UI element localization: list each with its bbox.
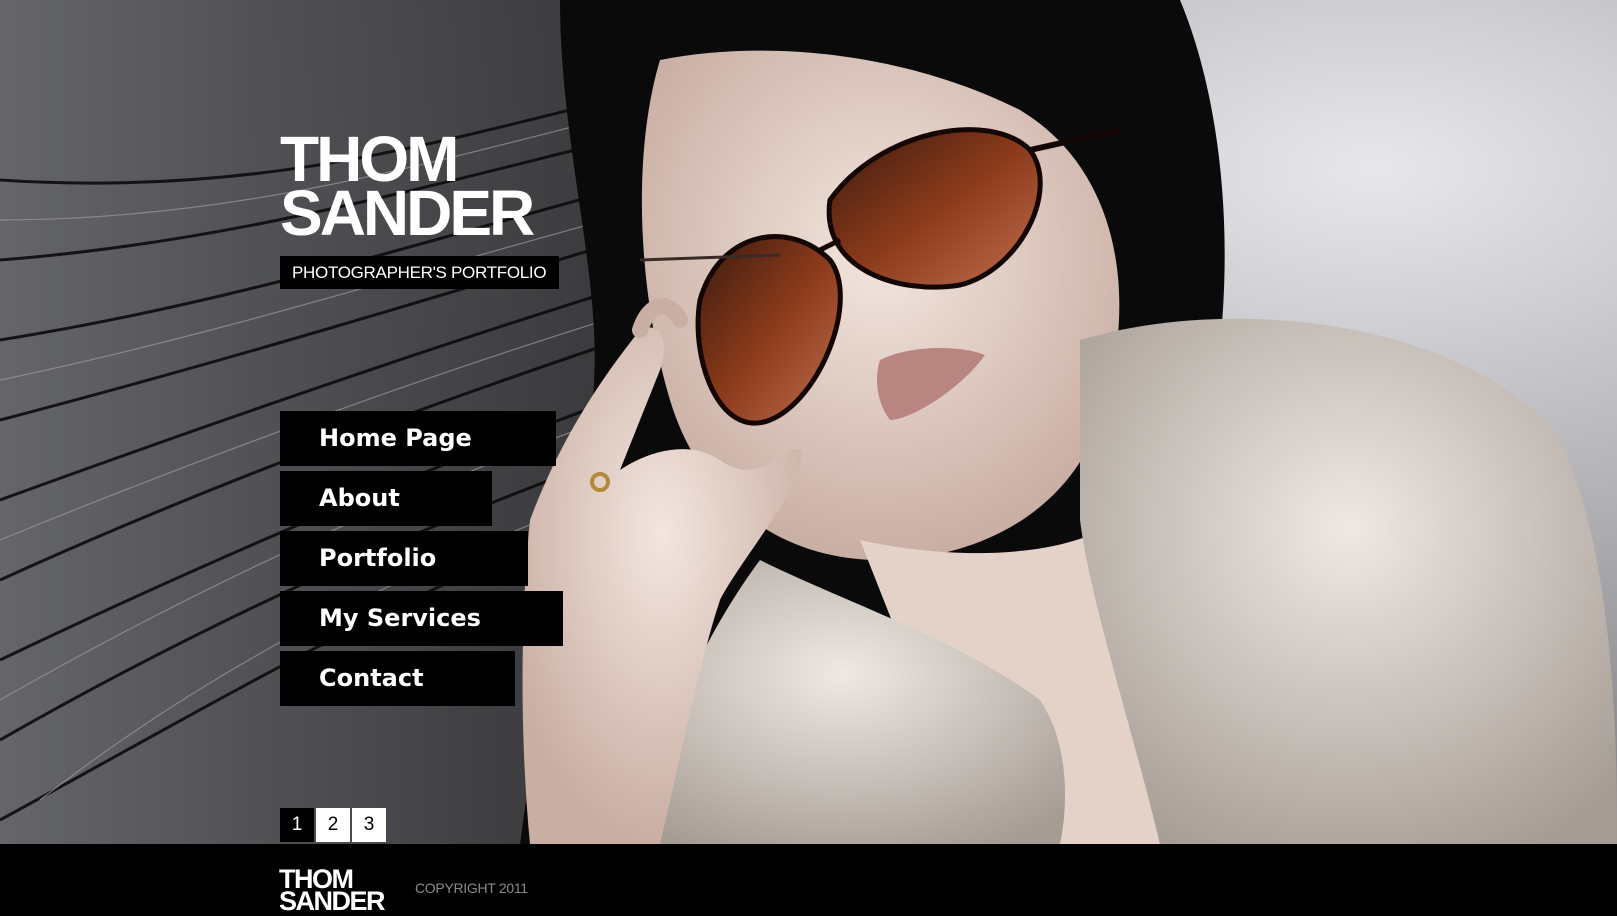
nav-item-portfolio[interactable]: Portfolio — [280, 531, 528, 586]
nav-item-contact[interactable]: Contact — [280, 651, 515, 706]
pager-button-3[interactable]: 3 — [352, 808, 386, 842]
logo-last-name: SANDER — [280, 177, 535, 249]
nav-item-about[interactable]: About — [280, 471, 492, 526]
nav-item-home[interactable]: Home Page — [280, 411, 556, 466]
copyright-text: COPYRIGHT 2011 — [415, 880, 528, 896]
page: THOM SANDER PHOTOGRAPHER'S PORTFOLIO Hom… — [0, 0, 1617, 916]
footer-logo[interactable]: THOM SANDER — [279, 866, 386, 916]
footer: THOM SANDER — [0, 844, 1617, 916]
site-logo[interactable]: THOM SANDER — [280, 127, 535, 249]
slide-pager: 1 2 3 — [280, 808, 386, 842]
hero-photo-illustration — [0, 0, 1617, 844]
footer-logo-last-name: SANDER — [279, 886, 386, 916]
site-tagline: PHOTOGRAPHER'S PORTFOLIO — [280, 256, 559, 289]
nav-item-services[interactable]: My Services — [280, 591, 563, 646]
pager-button-2[interactable]: 2 — [316, 808, 350, 842]
pager-button-1[interactable]: 1 — [280, 808, 314, 842]
hero-photo — [0, 0, 1617, 844]
